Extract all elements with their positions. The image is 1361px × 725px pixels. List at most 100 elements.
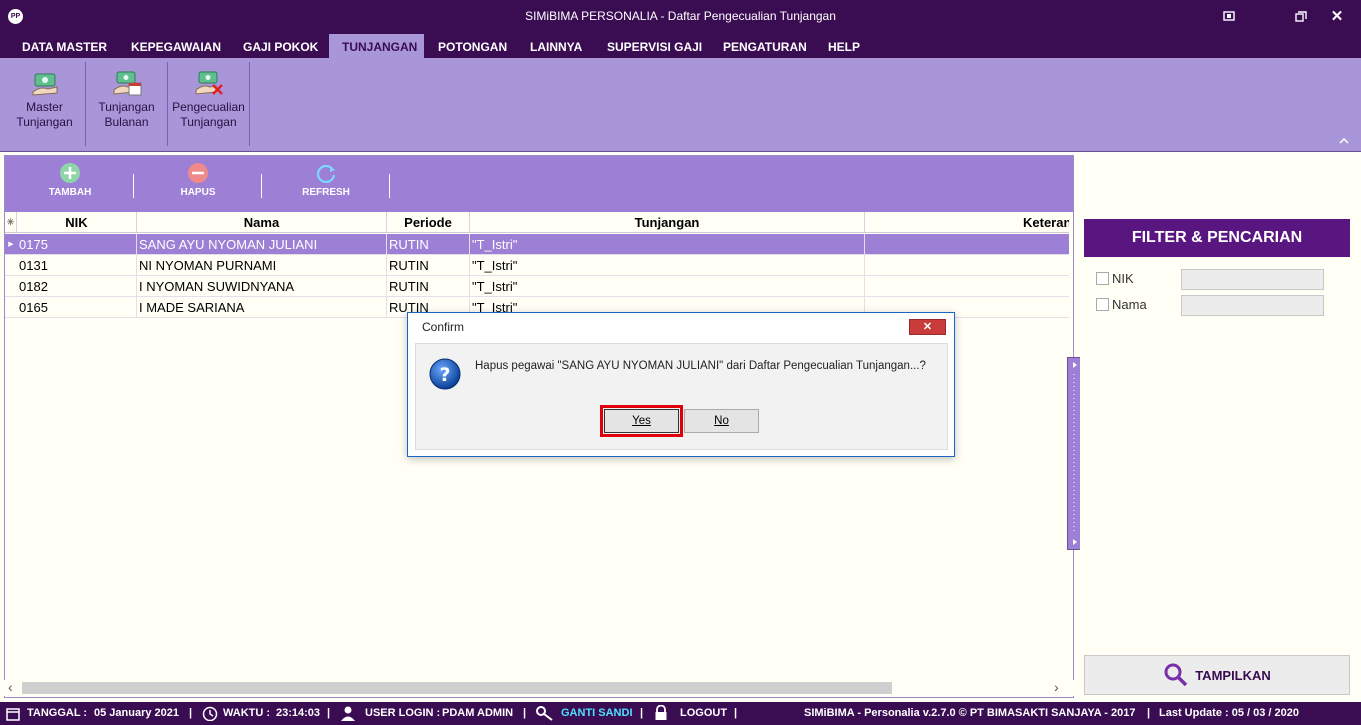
cell-keterangan[interactable]	[865, 255, 1069, 276]
user-label: USER LOGIN :	[365, 707, 441, 719]
dialog-message: Hapus pegawai "SANG AYU NYOMAN JULIANI" …	[475, 360, 926, 372]
scrollbar-thumb[interactable]	[22, 682, 892, 694]
cell-periode[interactable]: RUTIN	[387, 234, 470, 255]
logout-link[interactable]: LOGOUT	[680, 702, 727, 725]
menu-data-master[interactable]: DATA MASTER	[9, 34, 120, 58]
splitter-grip-icon	[1073, 362, 1077, 545]
ribbon-label-line1: Pengecualian	[172, 100, 245, 114]
nik-checkbox[interactable]	[1096, 272, 1109, 285]
cell-tunjangan[interactable]: "T_Istri"	[470, 255, 865, 276]
cell-tunjangan[interactable]: "T_Istri"	[470, 276, 865, 297]
add-icon	[60, 163, 80, 183]
copyright-text: SIMiBIMA - Personalia v.2.7.0 © PT BIMAS…	[804, 707, 1136, 719]
window-title: SIMiBIMA PERSONALIA - Daftar Pengecualia…	[525, 9, 836, 23]
status-separator: |	[189, 707, 193, 719]
scroll-right-icon[interactable]: ›	[1054, 679, 1059, 695]
dialog-close-button[interactable]: ✕	[909, 319, 946, 335]
ribbon: Master Tunjangan Tunjangan Bulanan Penge…	[0, 58, 1361, 152]
tampilkan-label: TAMPILKAN	[1195, 667, 1271, 683]
ribbon-label-line1: Master	[26, 100, 63, 114]
menu-bar: DATA MASTER KEPEGAWAIAN GAJI POKOK TUNJA…	[0, 34, 1361, 58]
refresh-icon	[316, 164, 336, 184]
menu-pengaturan[interactable]: PENGATURAN	[710, 34, 820, 58]
tambah-button[interactable]: TAMBAH	[25, 162, 115, 208]
cell-periode[interactable]: RUTIN	[387, 255, 470, 276]
row-indicator-icon: ▶	[8, 241, 14, 248]
refresh-label: REFRESH	[302, 187, 350, 198]
scroll-left-icon[interactable]: ‹	[8, 679, 13, 695]
yes-button[interactable]: Yes	[600, 405, 683, 437]
panel-splitter-handle[interactable]	[1067, 357, 1081, 550]
restore-window-button[interactable]	[1219, 6, 1239, 26]
close-window-button[interactable]: ✕	[1327, 6, 1347, 26]
menu-tunjangan[interactable]: TUNJANGAN	[329, 34, 424, 58]
question-icon: ?	[429, 358, 461, 390]
tunjangan-bulanan-button[interactable]: Tunjangan Bulanan	[86, 62, 168, 146]
maximize-window-button[interactable]	[1291, 6, 1311, 26]
status-bar: TANGGAL : 05 January 2021 | WAKTU : 23:1…	[0, 702, 1361, 725]
refresh-button[interactable]: REFRESH	[281, 162, 371, 208]
cell-nama[interactable]: I NYOMAN SUWIDNYANA	[137, 276, 387, 297]
ribbon-collapse-button[interactable]	[1339, 136, 1349, 147]
cell-nama[interactable]: NI NYOMAN PURNAMI	[137, 255, 387, 276]
key-icon	[536, 706, 553, 721]
last-update-text: Last Update : 05 / 03 / 2020	[1159, 707, 1300, 719]
nama-checkbox[interactable]	[1096, 298, 1109, 311]
menu-gaji-pokok[interactable]: GAJI POKOK	[230, 34, 331, 58]
column-header-nik[interactable]: NIK	[17, 212, 137, 233]
column-header-nama[interactable]: Nama	[137, 212, 387, 233]
cell-nama[interactable]: I MADE SARIANA	[137, 297, 387, 318]
restore-icon	[1223, 11, 1235, 21]
filter-title: FILTER & PENCARIAN	[1084, 219, 1350, 257]
menu-kepegawaian[interactable]: KEPEGAWAIAN	[118, 34, 234, 58]
status-separator: |	[734, 707, 738, 719]
dialog-title: Confirm	[422, 320, 465, 334]
remove-icon	[188, 163, 208, 183]
cell-tunjangan[interactable]: "T_Istri"	[470, 234, 865, 255]
search-icon	[1164, 663, 1188, 687]
menu-help[interactable]: HELP	[815, 34, 873, 58]
column-header-tunjangan[interactable]: Tunjangan	[470, 212, 865, 233]
toolbar-separator	[389, 174, 390, 198]
cell-nik[interactable]: 0175	[17, 234, 137, 255]
column-header-periode[interactable]: Periode	[387, 212, 470, 233]
cell-nama[interactable]: SANG AYU NYOMAN JULIANI	[137, 234, 387, 255]
money-exclude-icon	[195, 71, 223, 95]
horizontal-scrollbar[interactable]: ‹ ›	[4, 679, 1074, 696]
chevron-up-icon	[1339, 137, 1349, 144]
maximize-icon	[1295, 10, 1307, 22]
cell-nik[interactable]: 0182	[17, 276, 137, 297]
menu-supervisi-gaji[interactable]: SUPERVISI GAJI	[594, 34, 715, 58]
table-row[interactable]: 0182 I NYOMAN SUWIDNYANA RUTIN "T_Istri"	[5, 276, 1069, 297]
pengecualian-tunjangan-button[interactable]: Pengecualian Tunjangan	[168, 62, 250, 146]
confirm-dialog: Confirm ✕ ? Hapus pegawai "SANG AYU NYOM…	[407, 312, 955, 457]
tampilkan-button[interactable]: TAMPILKAN	[1084, 655, 1350, 695]
ribbon-label-line2: Tunjangan	[16, 115, 73, 129]
nama-input[interactable]	[1181, 295, 1324, 316]
grid-header: ✳ NIK Nama Periode Tunjangan Keterangan	[5, 212, 1069, 233]
hapus-button[interactable]: HAPUS	[153, 162, 243, 208]
tanggal-value: 05 January 2021	[94, 707, 180, 719]
waktu-value: 23:14:03	[276, 707, 321, 719]
ribbon-label-line2: Bulanan	[104, 115, 149, 129]
no-button[interactable]: No	[684, 409, 759, 433]
grid-corner-icon[interactable]: ✳	[5, 212, 17, 233]
cell-nik[interactable]: 0131	[17, 255, 137, 276]
cell-nik[interactable]: 0165	[17, 297, 137, 318]
tanggal-label: TANGGAL :	[27, 707, 88, 719]
menu-potongan[interactable]: POTONGAN	[425, 34, 520, 58]
cell-keterangan[interactable]	[865, 234, 1069, 255]
menu-lainnya[interactable]: LAINNYA	[517, 34, 595, 58]
status-separator: |	[1147, 707, 1151, 719]
dialog-body: ? Hapus pegawai "SANG AYU NYOMAN JULIANI…	[415, 343, 948, 450]
master-tunjangan-button[interactable]: Master Tunjangan	[4, 62, 86, 146]
column-header-keterangan[interactable]: Keterangan	[865, 212, 1069, 233]
money-calendar-icon	[113, 71, 141, 96]
ganti-sandi-link[interactable]: GANTI SANDI	[561, 702, 633, 725]
nik-input[interactable]	[1181, 269, 1324, 290]
cell-periode[interactable]: RUTIN	[387, 276, 470, 297]
cell-keterangan[interactable]	[865, 276, 1069, 297]
table-row[interactable]: 0131 NI NYOMAN PURNAMI RUTIN "T_Istri"	[5, 255, 1069, 276]
table-row[interactable]: ▶ 0175 SANG AYU NYOMAN JULIANI RUTIN "T_…	[5, 234, 1069, 255]
nama-label: Nama	[1112, 297, 1147, 312]
